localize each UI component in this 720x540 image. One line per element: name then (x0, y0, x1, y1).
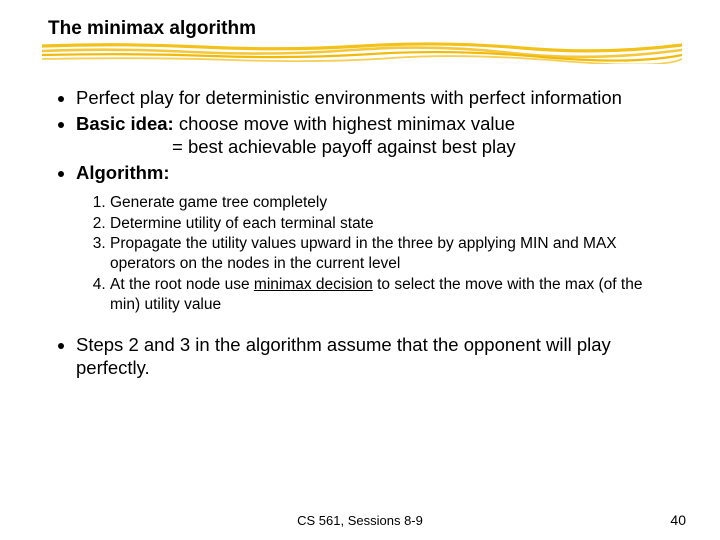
algorithm-label: Algorithm: (76, 162, 170, 183)
slide-title: The minimax algorithm (48, 18, 672, 40)
step-2: Determine utility of each terminal state (110, 214, 672, 234)
slide-body: The minimax algorithm Perfect play for d… (0, 0, 720, 380)
footer-course: CS 561, Sessions 8-9 (0, 513, 720, 528)
basic-idea-label: Basic idea: (76, 113, 174, 134)
closing-bullet-list: Steps 2 and 3 in the algorithm assume th… (48, 333, 672, 380)
bullet-closing: Steps 2 and 3 in the algorithm assume th… (76, 333, 672, 380)
bullet-perfect-play: Perfect play for deterministic environme… (76, 86, 672, 110)
basic-idea-line2: = best achievable payoff against best pl… (76, 135, 672, 159)
step-4: At the root node use minimax decision to… (110, 275, 672, 315)
step-4-underlined: minimax decision (254, 276, 373, 293)
step-4-pre: At the root node use (110, 276, 254, 293)
main-bullet-list: Perfect play for deterministic environme… (48, 86, 672, 185)
bullet-algorithm: Algorithm: (76, 161, 672, 185)
bullet-basic-idea: Basic idea: choose move with highest min… (76, 112, 672, 159)
basic-idea-text: choose move with highest minimax value (174, 113, 515, 134)
step-1: Generate game tree completely (110, 193, 672, 213)
footer-page-number: 40 (670, 512, 686, 528)
step-3: Propagate the utility values upward in t… (110, 234, 672, 274)
algorithm-steps: Generate game tree completely Determine … (48, 193, 672, 315)
title-underline-art (42, 42, 682, 64)
